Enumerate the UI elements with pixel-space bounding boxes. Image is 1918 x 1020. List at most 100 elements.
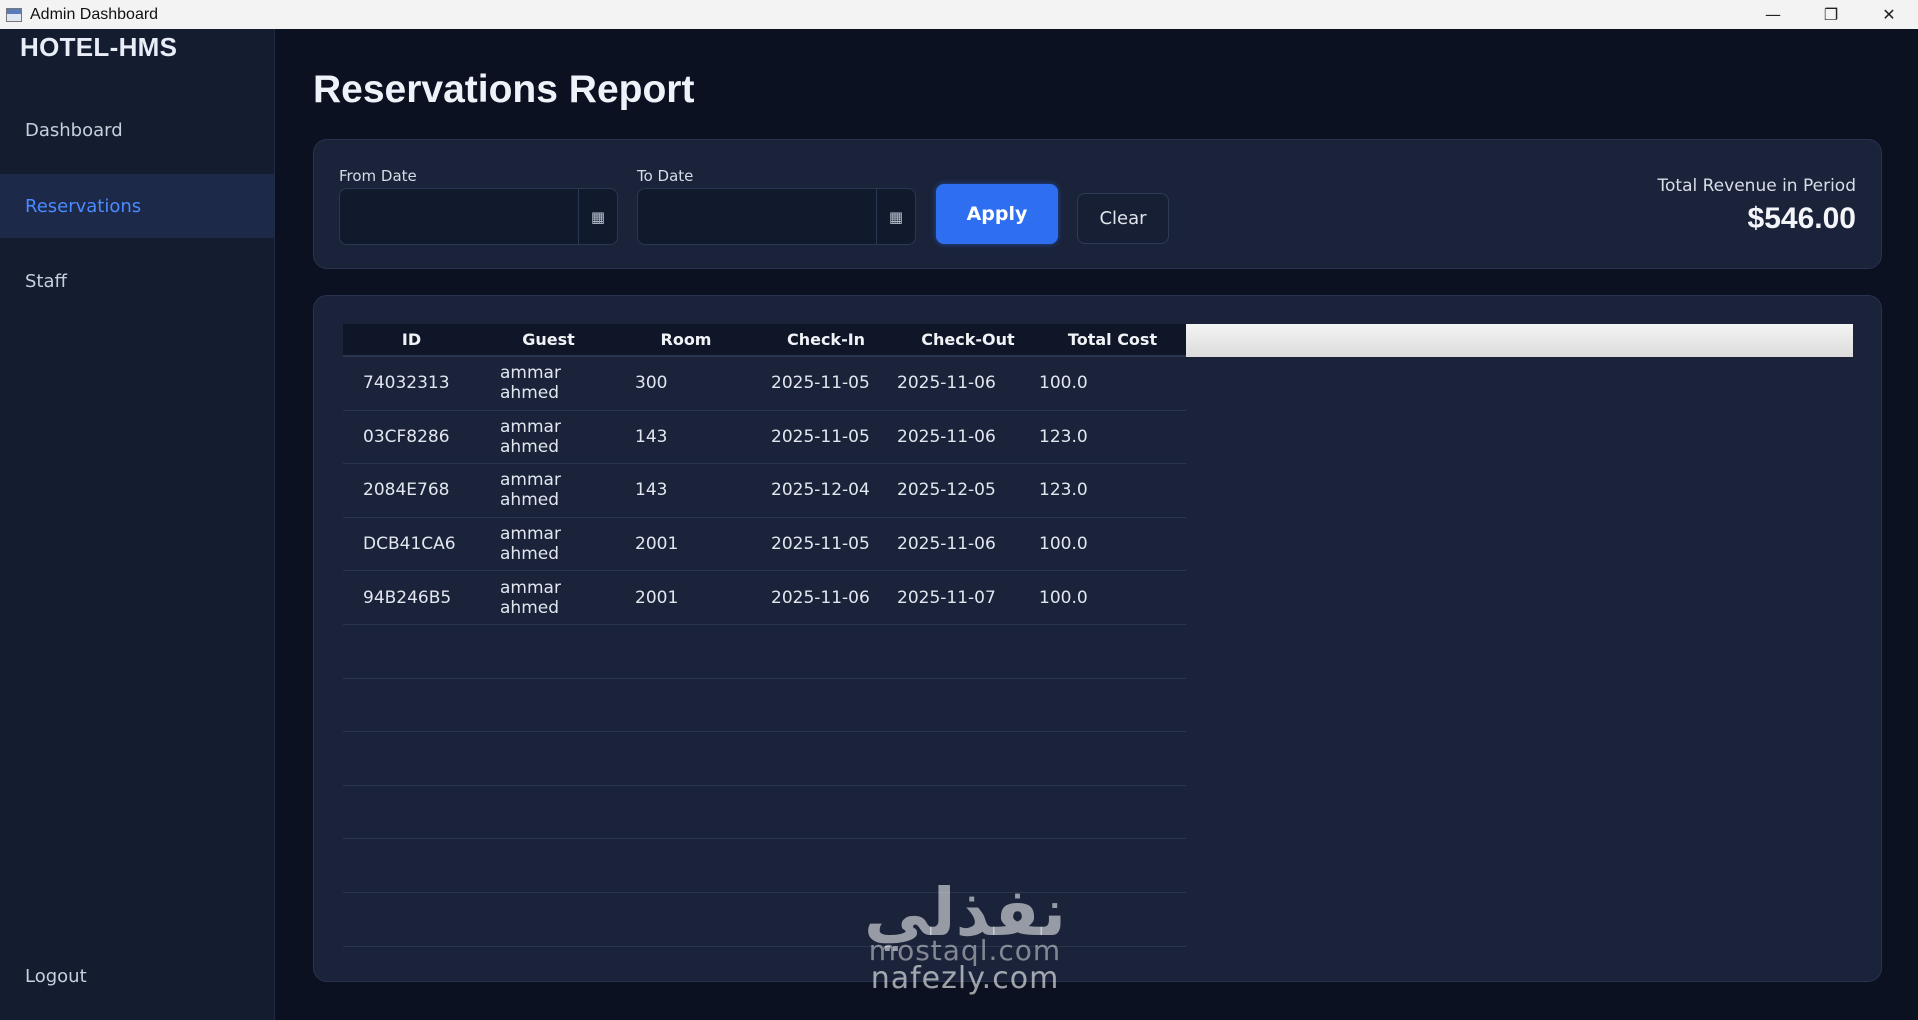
window-title: Admin Dashboard xyxy=(30,5,159,23)
total-revenue-value: $546.00 xyxy=(1747,202,1856,235)
table-row[interactable] xyxy=(343,679,1186,733)
table-row[interactable]: 74032313 ammar ahmed 300 2025-11-05 2025-11-… xyxy=(343,357,1186,411)
cell-room xyxy=(617,679,755,732)
cell-check-out: 2025-11-06 xyxy=(897,373,996,394)
cell-guest: ammar ahmed xyxy=(500,577,561,618)
cell-room xyxy=(617,732,755,785)
total-revenue-label: Total Revenue in Period xyxy=(1657,176,1856,196)
table-row[interactable] xyxy=(343,786,1186,840)
table-row[interactable] xyxy=(343,732,1186,786)
cell-room: 2001 xyxy=(635,587,679,608)
cell-guest: ammar ahmed xyxy=(500,470,561,511)
column-header-check-out[interactable]: Check-Out xyxy=(897,324,1039,355)
from-date-picker: ▦ xyxy=(339,188,618,245)
cell-total-cost xyxy=(1039,893,1186,946)
cell-check-in: 2025-11-06 xyxy=(771,587,870,608)
sidebar-item-staff[interactable]: Staff xyxy=(0,249,274,313)
cell-total-cost xyxy=(1039,786,1186,839)
cell-guest xyxy=(480,625,617,678)
to-date-label: To Date xyxy=(637,167,694,185)
cell-room xyxy=(617,893,755,946)
cell-room: 143 xyxy=(635,480,668,501)
apply-button[interactable]: Apply xyxy=(936,184,1058,244)
reservations-table: ID Guest Room Check-In Check-Out Total C… xyxy=(343,324,1853,947)
cell-check-in xyxy=(755,625,897,678)
cell-room xyxy=(617,786,755,839)
cell-id xyxy=(343,732,480,785)
cell-guest xyxy=(480,839,617,892)
column-header-check-in[interactable]: Check-In xyxy=(755,324,897,355)
sidebar: HOTEL-HMS Dashboard Reservations Staff L… xyxy=(0,29,275,1020)
cell-total-cost: 100.0 xyxy=(1039,534,1088,555)
column-header-total-cost[interactable]: Total Cost xyxy=(1039,324,1186,355)
window-controls: — ❐ ✕ xyxy=(1744,0,1918,29)
cell-check-in: 2025-11-05 xyxy=(771,534,870,555)
cell-total-cost xyxy=(1039,732,1186,785)
cell-id: 2084E768 xyxy=(363,480,450,501)
cell-check-out xyxy=(897,732,1039,785)
table-row[interactable] xyxy=(343,625,1186,679)
cell-room xyxy=(617,839,755,892)
cell-total-cost: 100.0 xyxy=(1039,587,1088,608)
column-header-guest[interactable]: Guest xyxy=(480,324,617,355)
calendar-icon[interactable]: ▦ xyxy=(579,189,617,244)
cell-id xyxy=(343,839,480,892)
cell-check-in xyxy=(755,732,897,785)
filter-panel: From Date ▦ To Date ▦ Apply Clear Total … xyxy=(313,139,1882,269)
cell-guest xyxy=(480,786,617,839)
table-row[interactable] xyxy=(343,839,1186,893)
to-date-input[interactable] xyxy=(638,189,877,244)
cell-check-in: 2025-11-05 xyxy=(771,373,870,394)
column-header-room[interactable]: Room xyxy=(617,324,755,355)
cell-check-in xyxy=(755,786,897,839)
cell-total-cost: 123.0 xyxy=(1039,426,1088,447)
cell-check-out: 2025-11-07 xyxy=(897,587,996,608)
restore-icon[interactable]: ❐ xyxy=(1802,0,1860,29)
brand-logo: HOTEL-HMS xyxy=(20,32,178,62)
table-row[interactable]: 2084E768 ammar ahmed 143 2025-12-04 2025-12-… xyxy=(343,464,1186,518)
table-row[interactable] xyxy=(343,893,1186,947)
reservations-table-panel: ID Guest Room Check-In Check-Out Total C… xyxy=(313,295,1882,982)
minimize-icon[interactable]: — xyxy=(1744,0,1802,29)
cell-room: 300 xyxy=(635,373,668,394)
cell-id xyxy=(343,893,480,946)
cell-id xyxy=(343,786,480,839)
from-date-input[interactable] xyxy=(340,189,579,244)
table-row[interactable]: 94B246B5 ammar ahmed 2001 2025-11-06 2025-11… xyxy=(343,571,1186,625)
cell-guest: ammar ahmed xyxy=(500,363,561,404)
cell-total-cost: 123.0 xyxy=(1039,480,1088,501)
cell-room: 2001 xyxy=(635,534,679,555)
table-row[interactable]: 03CF8286 ammar ahmed 143 2025-11-05 2025-11-… xyxy=(343,411,1186,465)
cell-guest xyxy=(480,679,617,732)
cell-check-in xyxy=(755,679,897,732)
cell-guest xyxy=(480,732,617,785)
from-date-label: From Date xyxy=(339,167,417,185)
cell-check-out xyxy=(897,625,1039,678)
cell-guest: ammar ahmed xyxy=(500,416,561,457)
cell-id xyxy=(343,679,480,732)
cell-room xyxy=(617,625,755,678)
cell-total-cost xyxy=(1039,625,1186,678)
cell-guest: ammar ahmed xyxy=(500,524,561,565)
table-row[interactable]: DCB41CA6 ammar ahmed 2001 2025-11-05 2025-11… xyxy=(343,518,1186,572)
cell-check-out xyxy=(897,839,1039,892)
close-icon[interactable]: ✕ xyxy=(1860,0,1918,29)
sidebar-item-dashboard[interactable]: Dashboard xyxy=(0,98,274,162)
calendar-icon[interactable]: ▦ xyxy=(877,189,915,244)
clear-button[interactable]: Clear xyxy=(1077,193,1169,244)
cell-check-in: 2025-12-04 xyxy=(771,480,870,501)
cell-check-out: 2025-12-05 xyxy=(897,480,996,501)
cell-check-out xyxy=(897,679,1039,732)
cell-check-out xyxy=(897,786,1039,839)
cell-check-out xyxy=(897,893,1039,946)
sidebar-item-reservations[interactable]: Reservations xyxy=(0,174,274,238)
page-title: Reservations Report xyxy=(313,68,695,111)
cell-total-cost: 100.0 xyxy=(1039,373,1088,394)
logout-button[interactable]: Logout xyxy=(0,944,274,1008)
cell-check-in: 2025-11-05 xyxy=(771,426,870,447)
table-body: 74032313 ammar ahmed 300 2025-11-05 2025-11-… xyxy=(343,357,1853,947)
to-date-picker: ▦ xyxy=(637,188,916,245)
cell-total-cost xyxy=(1039,679,1186,732)
column-header-id[interactable]: ID xyxy=(343,324,480,355)
cell-id: DCB41CA6 xyxy=(363,534,456,555)
